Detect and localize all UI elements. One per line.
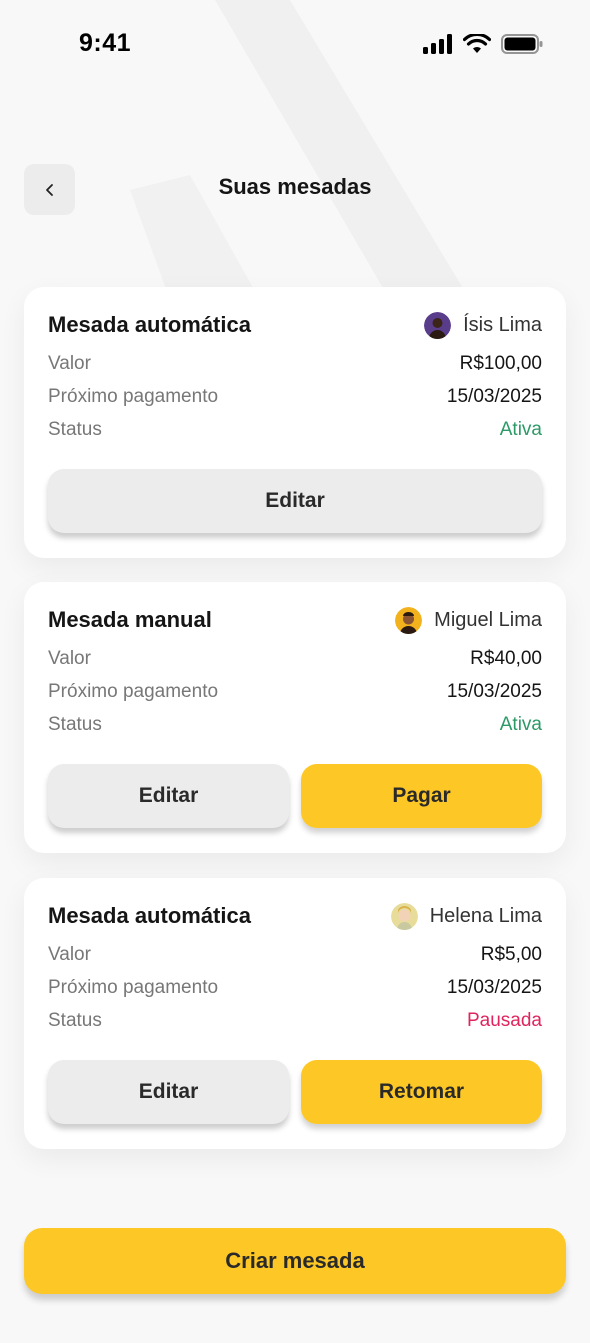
next-payment-label: Próximo pagamento — [48, 681, 219, 702]
status-label: Status — [48, 419, 102, 440]
next-payment-date: 15/03/2025 — [446, 386, 542, 407]
card-title: Mesada automática — [48, 312, 251, 337]
next-payment-row: Próximo pagamento 15/03/2025 — [48, 680, 542, 704]
value-amount: R$5,00 — [480, 944, 542, 965]
next-payment-label: Próximo pagamento — [48, 386, 219, 407]
card-user-name: Miguel Lima — [434, 608, 542, 631]
status-value: Pausada — [466, 1010, 542, 1031]
next-payment-date: 15/03/2025 — [446, 681, 542, 702]
next-payment-row: Próximo pagamento 15/03/2025 — [48, 976, 542, 1000]
allowance-card: Mesada manual Miguel Lima Valor R$40,00 … — [24, 582, 566, 853]
next-payment-date: 15/03/2025 — [446, 977, 542, 998]
card-header: Mesada manual Miguel Lima — [48, 606, 542, 634]
wifi-icon — [463, 34, 491, 53]
next-payment-label: Próximo pagamento — [48, 977, 219, 998]
value-amount: R$40,00 — [470, 648, 542, 669]
value-amount: R$100,00 — [459, 353, 542, 374]
avatar — [424, 311, 452, 339]
status-label: Status — [48, 1010, 102, 1031]
edit-button[interactable]: Editar — [48, 1060, 289, 1124]
card-user-name: Helena Lima — [429, 904, 542, 927]
value-row: Valor R$100,00 — [48, 352, 542, 376]
card-user: Helena Lima — [390, 902, 542, 930]
value-label: Valor — [48, 944, 91, 965]
card-user: Miguel Lima — [395, 606, 542, 634]
status-value: Ativa — [499, 714, 542, 735]
next-payment-row: Próximo pagamento 15/03/2025 — [48, 385, 542, 409]
status-row: Status Pausada — [48, 1009, 542, 1033]
value-label: Valor — [48, 648, 91, 669]
status-label: Status — [48, 714, 102, 735]
card-header: Mesada automática Helena Lima — [48, 902, 542, 930]
status-icons — [423, 34, 543, 54]
value-row: Valor R$5,00 — [48, 943, 542, 967]
card-header: Mesada automática Ísis Lima — [48, 311, 542, 339]
allowance-card: Mesada automática Ísis Lima Valor R$100,… — [24, 287, 566, 558]
card-user-name: Ísis Lima — [463, 313, 542, 336]
avatar — [390, 902, 418, 930]
status-value: Ativa — [499, 419, 542, 440]
pay-button[interactable]: Pagar — [301, 764, 542, 828]
avatar — [395, 606, 423, 634]
battery-icon — [501, 34, 543, 54]
card-title: Mesada automática — [48, 903, 251, 928]
status-time: 9:41 — [79, 29, 132, 57]
status-row: Status Ativa — [48, 713, 542, 737]
allowance-card: Mesada automática Helena Lima Valor R$5,… — [24, 878, 566, 1149]
edit-button[interactable]: Editar — [48, 764, 289, 828]
status-bar: 9:41 — [0, 0, 590, 90]
card-title: Mesada manual — [48, 607, 212, 632]
signal-icon — [423, 34, 452, 54]
create-allowance-button[interactable]: Criar mesada — [24, 1228, 566, 1294]
card-user: Ísis Lima — [424, 311, 542, 339]
status-row: Status Ativa — [48, 418, 542, 442]
page-title: Suas mesadas — [218, 174, 372, 199]
resume-button[interactable]: Retomar — [301, 1060, 542, 1124]
value-row: Valor R$40,00 — [48, 647, 542, 671]
edit-button[interactable]: Editar — [48, 469, 542, 533]
value-label: Valor — [48, 353, 91, 374]
